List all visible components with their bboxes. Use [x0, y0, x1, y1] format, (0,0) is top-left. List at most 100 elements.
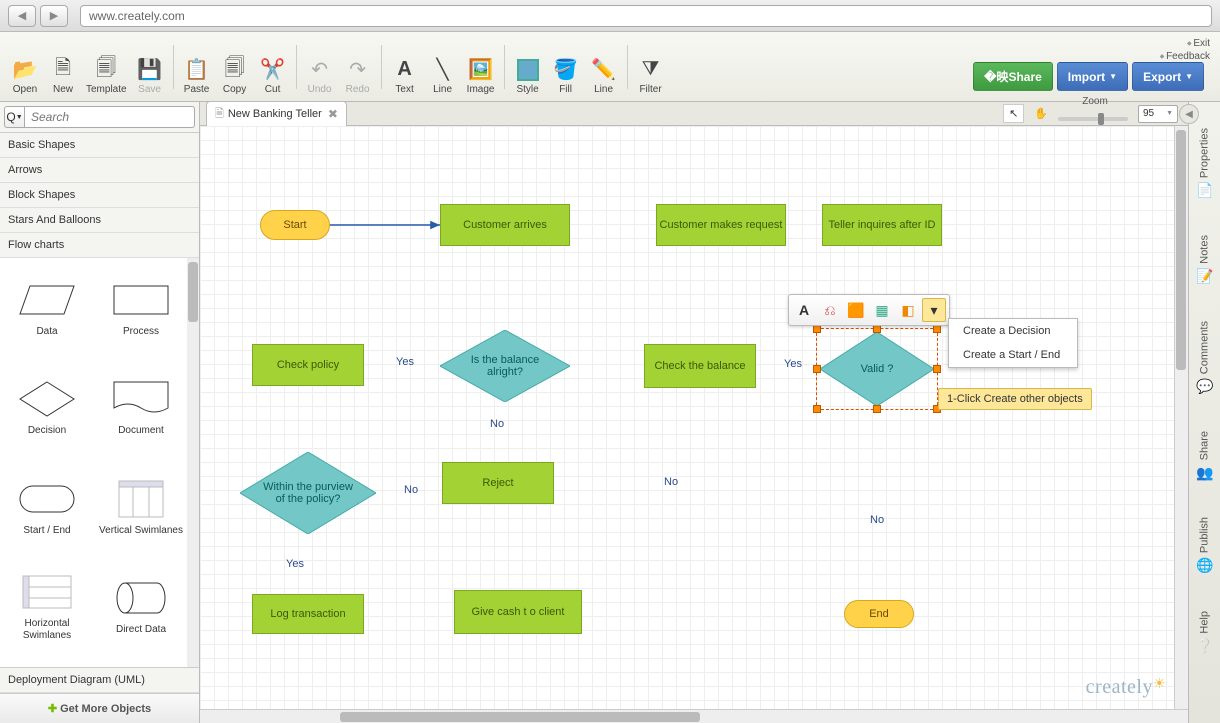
new-label: New: [53, 84, 73, 95]
mini-shape-button[interactable]: ◧: [896, 298, 920, 322]
rail-comments[interactable]: 💬Comments: [1196, 303, 1213, 413]
pan-tool[interactable]: ✋: [1030, 105, 1052, 122]
clipboard-icon: 📋: [185, 56, 209, 84]
nav-back-button[interactable]: ◀: [8, 5, 36, 27]
shape-process[interactable]: Process: [94, 264, 188, 354]
node-check-policy[interactable]: Check policy: [252, 344, 364, 386]
shape-decision[interactable]: Decision: [0, 363, 94, 453]
rail-share[interactable]: 👥Share: [1196, 413, 1213, 499]
menu-create-decision[interactable]: Create a Decision: [949, 319, 1077, 343]
node-customer-arrives[interactable]: Customer arrives: [440, 204, 570, 246]
shape-start-end[interactable]: Start / End: [0, 463, 94, 553]
node-label: Give cash t o client: [472, 606, 565, 618]
right-rail: ◀ 📄Properties 📝Notes 💬Comments 👥Share 🌐P…: [1188, 102, 1220, 723]
rail-publish[interactable]: 🌐Publish: [1196, 499, 1213, 592]
shapes-palette: Data Process Decision Document Start / E…: [0, 258, 199, 667]
category-stars-balloons[interactable]: Stars And Balloons: [0, 208, 199, 233]
text-tool-button[interactable]: AText: [386, 37, 424, 97]
canvas-wrap: 🗎 New Banking Teller ✖ ↖ ✋ Zoom 95▼: [200, 102, 1188, 723]
mini-more-button[interactable]: ▾: [922, 298, 946, 322]
category-arrows[interactable]: Arrows: [0, 158, 199, 183]
canvas[interactable]: Start Customer arrives Customer makes re…: [200, 126, 1188, 723]
template-button[interactable]: 🗐Template: [82, 37, 131, 97]
mini-arrange-button[interactable]: 🟧: [844, 298, 868, 322]
canvas-vertical-scrollbar[interactable]: [1174, 126, 1188, 709]
mini-text-button[interactable]: A: [792, 298, 816, 322]
copy-button[interactable]: 🗐Copy: [216, 37, 254, 97]
mini-grid-button[interactable]: ▦: [870, 298, 894, 322]
cut-button[interactable]: ✂️Cut: [254, 37, 292, 97]
redo-label: Redo: [346, 84, 370, 95]
category-flow-charts[interactable]: Flow charts: [0, 233, 199, 258]
search-input[interactable]: [25, 106, 195, 128]
share-button[interactable]: �映 Share: [973, 62, 1053, 91]
url-field[interactable]: www.creately.com: [80, 5, 1212, 27]
node-start[interactable]: Start: [260, 210, 330, 240]
separator: [627, 45, 628, 89]
canvas-horizontal-scrollbar[interactable]: [200, 709, 1188, 723]
line-tool-button[interactable]: ╲Line: [424, 37, 462, 97]
pointer-tool[interactable]: ↖: [1003, 104, 1024, 123]
shape-direct-data[interactable]: Direct Data: [94, 562, 188, 652]
node-log-transaction[interactable]: Log transaction: [252, 594, 364, 634]
shape-data[interactable]: Data: [0, 264, 94, 354]
context-popup-menu: Create a Decision Create a Start / End: [948, 318, 1078, 368]
mini-connector-button[interactable]: ⎌: [818, 298, 842, 322]
shape-document[interactable]: Document: [94, 363, 188, 453]
edge-label-no: No: [490, 418, 504, 430]
edge-label-no: No: [404, 484, 418, 496]
file-icon: 🗎: [51, 56, 75, 84]
category-block-shapes[interactable]: Block Shapes: [0, 183, 199, 208]
node-within-policy-decision[interactable]: Within the purview of the policy?: [240, 452, 376, 534]
rail-notes[interactable]: 📝Notes: [1196, 217, 1213, 303]
line-style-button[interactable]: ✏️Line: [585, 37, 623, 97]
zoom-slider[interactable]: [1058, 117, 1128, 121]
node-balance-ok-decision[interactable]: Is the balance alright?: [440, 330, 570, 402]
scrollbar-thumb[interactable]: [188, 262, 198, 322]
search-mode-button[interactable]: Q▼: [4, 106, 25, 128]
feedback-link[interactable]: Feedback: [1160, 51, 1210, 62]
zoom-value-field[interactable]: 95▼: [1138, 105, 1178, 123]
shapes-scrollbar[interactable]: [187, 258, 199, 667]
menu-create-start-end[interactable]: Create a Start / End: [949, 343, 1077, 367]
shape-label: Document: [118, 425, 164, 437]
document-tab[interactable]: 🗎 New Banking Teller ✖: [206, 101, 347, 127]
open-button[interactable]: 📂Open: [6, 37, 44, 97]
filter-button[interactable]: ⧩Filter: [632, 37, 670, 97]
tab-close-button[interactable]: ✖: [328, 107, 338, 121]
category-basic-shapes[interactable]: Basic Shapes: [0, 133, 199, 158]
edge-label-no: No: [870, 514, 884, 526]
node-label: Teller inquires after ID: [829, 219, 936, 231]
category-deployment-uml[interactable]: Deployment Diagram (UML): [0, 668, 199, 693]
style-button[interactable]: Style: [509, 37, 547, 97]
node-reject[interactable]: Reject: [442, 462, 554, 504]
undo-button[interactable]: ↶Undo: [301, 37, 339, 97]
nav-forward-button[interactable]: ▶: [40, 5, 68, 27]
new-button[interactable]: 🗎New: [44, 37, 82, 97]
node-check-balance[interactable]: Check the balance: [644, 344, 756, 388]
paste-button[interactable]: 📋Paste: [178, 37, 216, 97]
node-end[interactable]: End: [844, 600, 914, 628]
save-button[interactable]: 💾Save: [131, 37, 169, 97]
get-more-objects-button[interactable]: Get More Objects: [0, 693, 199, 723]
exit-link[interactable]: Exit: [1160, 38, 1210, 49]
node-inquires-id[interactable]: Teller inquires after ID: [822, 204, 942, 246]
shape-horizontal-swimlanes[interactable]: Horizontal Swimlanes: [0, 562, 94, 652]
connectors: [200, 126, 500, 276]
node-makes-request[interactable]: Customer makes request: [656, 204, 786, 246]
rail-properties[interactable]: 📄Properties: [1196, 110, 1213, 217]
shape-vertical-swimlanes[interactable]: Vertical Swimlanes: [94, 463, 188, 553]
edge-label-no: No: [664, 476, 678, 488]
rail-help[interactable]: ❔Help: [1196, 593, 1213, 673]
image-tool-button[interactable]: 🖼️Image: [462, 37, 500, 97]
redo-button[interactable]: ↷Redo: [339, 37, 377, 97]
scrollbar-thumb[interactable]: [1176, 130, 1186, 370]
fill-button[interactable]: 🪣Fill: [547, 37, 585, 97]
save-label: Save: [138, 84, 161, 95]
export-button[interactable]: Export▼: [1132, 62, 1204, 91]
node-give-cash[interactable]: Give cash t o client: [454, 590, 582, 634]
document-icon: 🗎: [215, 105, 224, 124]
import-button[interactable]: Import▼: [1057, 62, 1128, 91]
scrollbar-thumb[interactable]: [340, 712, 700, 722]
corner-links: Exit Feedback: [1160, 38, 1210, 64]
